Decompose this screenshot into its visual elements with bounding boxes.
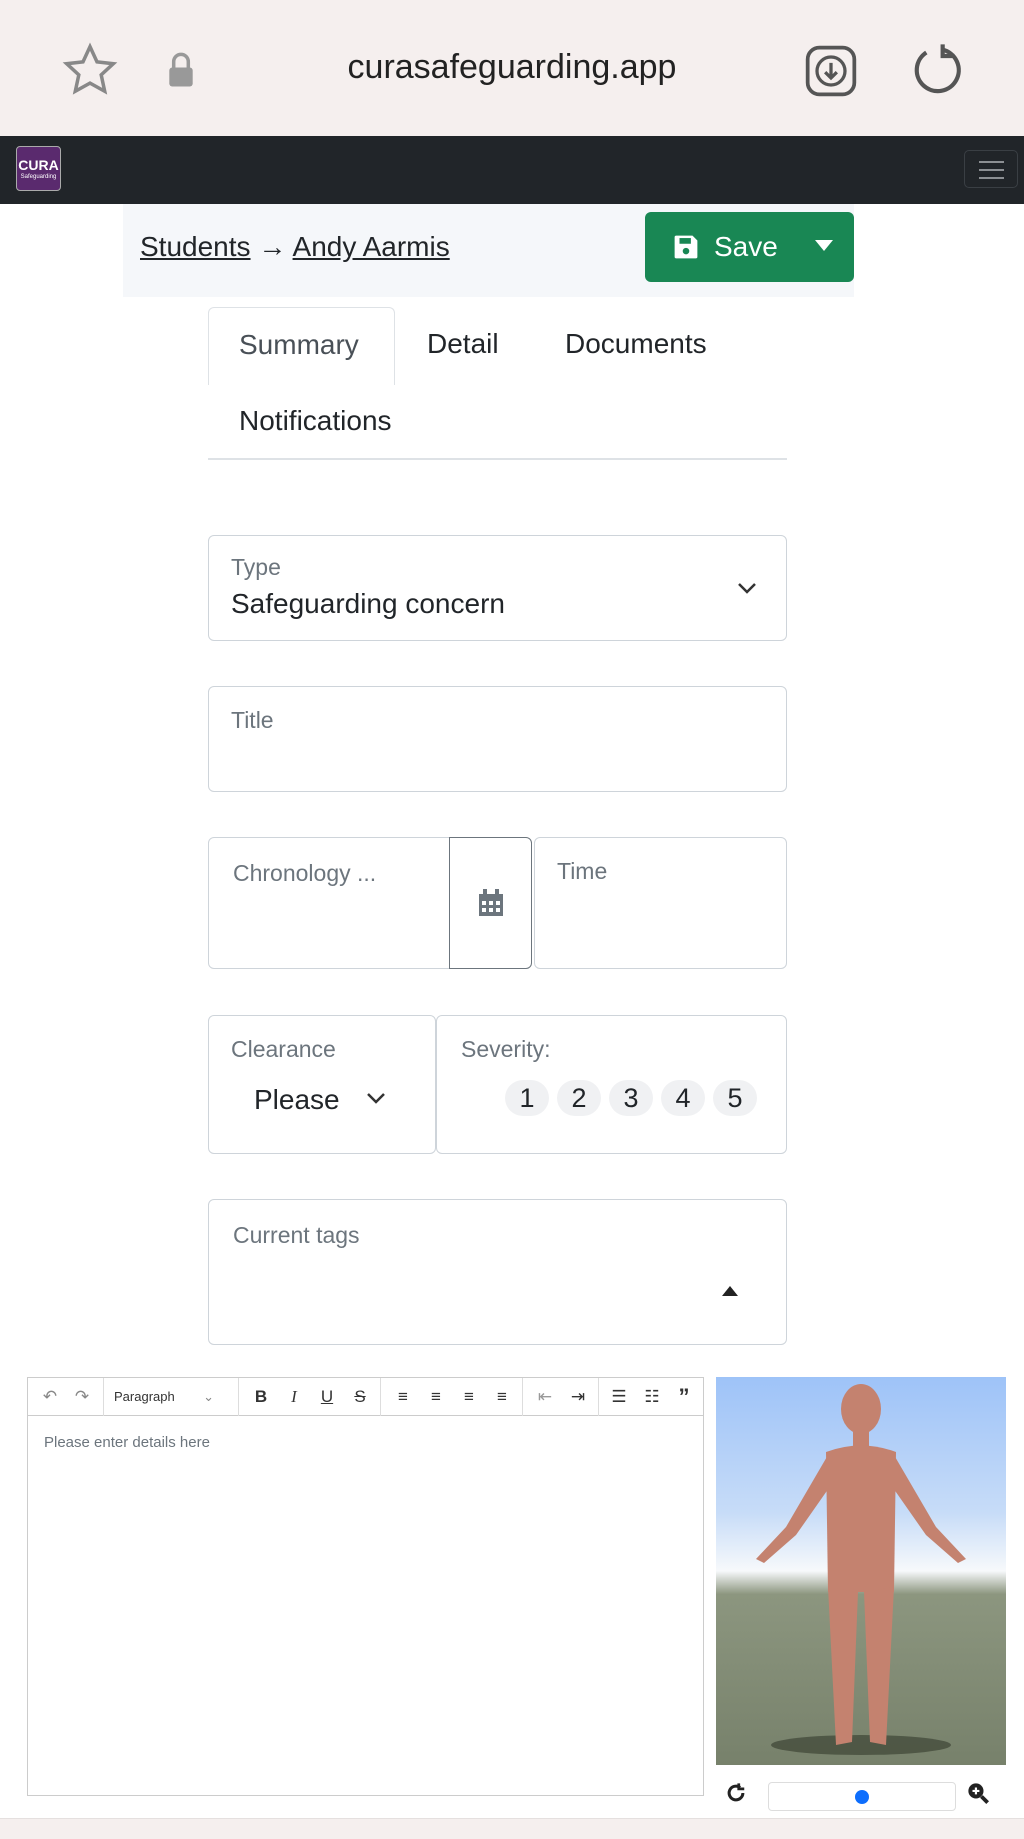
tab-detail[interactable]: Detail	[427, 328, 499, 360]
breadcrumb-students-link[interactable]: Students	[140, 231, 251, 262]
download-icon[interactable]	[803, 43, 859, 99]
editor-toolbar: ↶ ↷ Paragraph ⌄ B I U S ≡ ≡ ≡ ≡ ⇤ ⇥ ☰ ☷ ”	[28, 1378, 703, 1416]
severity-field: Severity: 12345	[436, 1015, 787, 1154]
cura-logo[interactable]: CURA Safeguarding	[16, 146, 61, 191]
severity-option-2[interactable]: 2	[557, 1080, 601, 1116]
save-button[interactable]: Save	[645, 212, 795, 282]
chevron-down-icon	[367, 1093, 385, 1104]
breadcrumb-separator: →	[258, 231, 287, 262]
redo-button[interactable]: ↷	[68, 1378, 96, 1416]
underline-button[interactable]: U	[312, 1378, 342, 1416]
tab-label: Summary	[239, 329, 359, 360]
tab-documents[interactable]: Documents	[565, 328, 707, 360]
time-input[interactable]: Time	[534, 837, 787, 969]
align-left-button[interactable]: ≡	[388, 1378, 418, 1416]
slider-handle[interactable]	[855, 1790, 869, 1804]
chevron-down-icon	[738, 583, 756, 594]
align-center-button[interactable]: ≡	[421, 1378, 451, 1416]
tags-label: Current tags	[233, 1222, 360, 1248]
severity-label: Severity:	[461, 1036, 551, 1062]
caret-down-icon	[815, 240, 833, 251]
breadcrumb: Students → Andy Aarmis	[140, 231, 450, 263]
italic-button[interactable]: I	[279, 1378, 309, 1416]
tab-summary[interactable]: Summary	[208, 307, 395, 385]
url-bar[interactable]: curasafeguarding.app	[0, 48, 1024, 87]
save-options-dropdown[interactable]	[795, 212, 854, 282]
chronology-date-input[interactable]: Chronology ...	[208, 837, 450, 969]
body-map-3d-viewer[interactable]	[716, 1377, 1006, 1765]
calendar-icon	[479, 889, 503, 916]
clearance-value: Please	[254, 1084, 340, 1115]
align-right-button[interactable]: ≡	[454, 1378, 484, 1416]
floppy-disk-icon	[674, 235, 698, 259]
browser-bottom-bar	[0, 1818, 1024, 1839]
tags-select[interactable]: Current tags	[208, 1199, 787, 1345]
caret-up-icon	[722, 1286, 738, 1296]
chevron-down-icon: ⌄	[203, 1389, 214, 1404]
title-label: Title	[231, 707, 274, 733]
numbered-list-button[interactable]: ☰	[604, 1378, 634, 1416]
undo-button[interactable]: ↶	[36, 1378, 64, 1416]
bold-button[interactable]: B	[246, 1378, 276, 1416]
type-label: Type	[231, 554, 281, 580]
editor-placeholder[interactable]: Please enter details here	[44, 1434, 210, 1451]
justify-button[interactable]: ≡	[487, 1378, 517, 1416]
breadcrumb-student-link[interactable]: Andy Aarmis	[293, 231, 450, 262]
type-value: Safeguarding concern	[231, 588, 505, 619]
indent-button[interactable]: ⇥	[563, 1378, 593, 1416]
type-select[interactable]: Type Safeguarding concern	[208, 535, 787, 641]
clearance-label: Clearance	[231, 1036, 336, 1062]
calendar-button[interactable]	[449, 837, 532, 969]
format-value: Paragraph	[114, 1389, 175, 1404]
blockquote-button[interactable]: ”	[669, 1378, 699, 1416]
navbar	[0, 136, 1024, 204]
logo-subtext: Safeguarding	[20, 174, 57, 180]
paragraph-format-select[interactable]: Paragraph ⌄	[114, 1378, 224, 1416]
strikethrough-button[interactable]: S	[345, 1378, 375, 1416]
chronology-label: Chronology ...	[233, 860, 377, 886]
browser-bar: curasafeguarding.app	[0, 0, 1024, 136]
tab-notifications[interactable]: Notifications	[239, 405, 392, 437]
severity-option-4[interactable]: 4	[661, 1080, 705, 1116]
zoom-in-icon[interactable]	[967, 1782, 989, 1804]
save-label: Save	[714, 231, 778, 262]
save-button-group: Save	[645, 212, 854, 282]
human-body-model	[756, 1384, 966, 1755]
rich-text-editor: ↶ ↷ Paragraph ⌄ B I U S ≡ ≡ ≡ ≡ ⇤ ⇥ ☰ ☷ ”…	[27, 1377, 704, 1796]
title-input[interactable]: Title	[208, 686, 787, 792]
outdent-button[interactable]: ⇤	[530, 1378, 560, 1416]
rotate-icon[interactable]	[725, 1782, 747, 1804]
severity-option-3[interactable]: 3	[609, 1080, 653, 1116]
severity-option-1[interactable]: 1	[505, 1080, 549, 1116]
tabs-divider	[208, 458, 787, 460]
bullet-list-button[interactable]: ☷	[637, 1378, 667, 1416]
reload-icon[interactable]	[910, 42, 966, 98]
menu-toggle-button[interactable]	[964, 150, 1018, 188]
severity-option-5[interactable]: 5	[713, 1080, 757, 1116]
time-label: Time	[557, 858, 608, 884]
clearance-select[interactable]: Clearance Please	[208, 1015, 436, 1154]
severity-options: 12345	[505, 1080, 765, 1116]
zoom-slider[interactable]	[768, 1782, 956, 1811]
